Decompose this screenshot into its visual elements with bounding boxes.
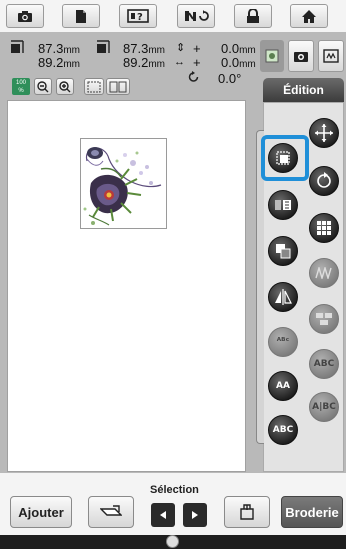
grid-display-button[interactable] — [106, 78, 130, 95]
camera-view-button[interactable] — [288, 40, 314, 72]
text-style-tool-button[interactable]: ABC — [268, 415, 298, 445]
home-button[interactable] — [290, 4, 328, 28]
frame-display-icon — [87, 81, 101, 92]
grid-display-icon — [109, 81, 127, 92]
rotate-tool-button[interactable] — [309, 166, 339, 196]
horizontal-offset-sign: + — [193, 55, 201, 70]
border-tool-button — [309, 258, 339, 288]
text-curve-tool-button: ABC — [309, 349, 339, 379]
array-tool-button[interactable] — [309, 213, 339, 243]
select-previous-button[interactable] — [151, 503, 175, 527]
zoom-out-button[interactable] — [34, 78, 52, 95]
pattern-thumbnail-icon — [265, 49, 279, 63]
zoom-level-badge[interactable]: 100 % — [12, 78, 30, 95]
selection-size-icon — [97, 40, 110, 53]
embroidery-button[interactable]: Broderie — [281, 496, 343, 528]
pattern-size-icon — [11, 40, 24, 53]
move-tool-button[interactable] — [309, 118, 339, 148]
border-icon — [315, 267, 332, 279]
camera-icon — [18, 10, 32, 22]
density-tool-button[interactable] — [268, 190, 298, 220]
rotation-angle-value: 0.0° — [218, 71, 242, 86]
zoom-in-button[interactable] — [56, 78, 74, 95]
array-grid-icon — [317, 221, 331, 235]
thread-tension-button[interactable] — [177, 4, 215, 28]
home-icon — [302, 9, 316, 23]
svg-text:?: ? — [137, 12, 143, 23]
help-button[interactable]: ? — [119, 4, 157, 28]
memory-button[interactable] — [224, 496, 270, 528]
document-icon — [76, 9, 86, 23]
move-arrows-icon — [315, 124, 333, 142]
selected-tool-highlight — [261, 135, 309, 181]
text-curve-icon: ABC — [313, 359, 335, 369]
clock-icon — [166, 535, 179, 548]
embroidery-frame-icon — [323, 49, 339, 63]
arrow-right-icon — [192, 511, 198, 519]
height-main-value: 89.2mm — [38, 55, 80, 70]
camera-button[interactable] — [6, 4, 44, 28]
text-size-tool-button[interactable]: AA — [268, 371, 298, 401]
embroidery-pattern[interactable] — [80, 138, 167, 229]
thread-color-view-button[interactable] — [260, 40, 284, 72]
duplicate-icon — [276, 244, 291, 259]
camera-view-icon — [294, 52, 308, 62]
select-next-button[interactable] — [183, 503, 207, 527]
horizontal-offset-value: 0.0mm — [221, 55, 256, 70]
lock-icon — [247, 8, 259, 23]
group-icon — [316, 313, 332, 325]
zoom-out-icon — [37, 80, 49, 92]
embroidery-frame-view-button[interactable] — [318, 40, 344, 72]
group-tool-button — [309, 304, 339, 334]
mirror-tool-button[interactable] — [268, 282, 298, 312]
vertical-offset-icon: ⇕ — [176, 42, 186, 54]
document-button[interactable] — [62, 4, 100, 28]
paisley-flower-pattern-icon — [83, 147, 162, 226]
help-icon: ? — [127, 9, 149, 23]
vertical-offset-sign: + — [193, 41, 201, 56]
eraser-icon — [100, 505, 122, 516]
delete-button[interactable] — [88, 496, 134, 528]
horizontal-offset-icon: ↔ — [174, 56, 185, 68]
arrow-left-icon — [160, 511, 166, 519]
text-spacing-icon: A|BC — [312, 402, 336, 412]
mirror-icon — [275, 289, 292, 305]
rotate-icon — [317, 172, 331, 188]
text-arc-icon: ᴬᴮᶜ — [276, 337, 290, 347]
rotation-angle-icon — [188, 71, 199, 82]
density-icon — [275, 200, 291, 210]
memory-pocket-icon — [240, 504, 254, 520]
text-arc-tool-button: ᴬᴮᶜ — [268, 327, 298, 357]
text-style-icon: ABC — [272, 425, 294, 435]
text-spacing-tool-button: A|BC — [309, 392, 339, 422]
thread-tension-icon — [185, 10, 209, 21]
tab-edition[interactable]: Édition — [263, 78, 344, 102]
text-size-icon: AA — [276, 381, 290, 391]
add-button[interactable]: Ajouter — [10, 496, 72, 528]
duplicate-tool-button[interactable] — [268, 236, 298, 266]
selection-label: Sélection — [150, 484, 199, 496]
top-toolbar: ? — [0, 0, 346, 32]
zoom-in-icon — [59, 80, 71, 92]
lock-button[interactable] — [234, 4, 272, 28]
frame-display-button[interactable] — [84, 78, 104, 95]
height-alt-value: 89.2mm — [123, 55, 165, 70]
